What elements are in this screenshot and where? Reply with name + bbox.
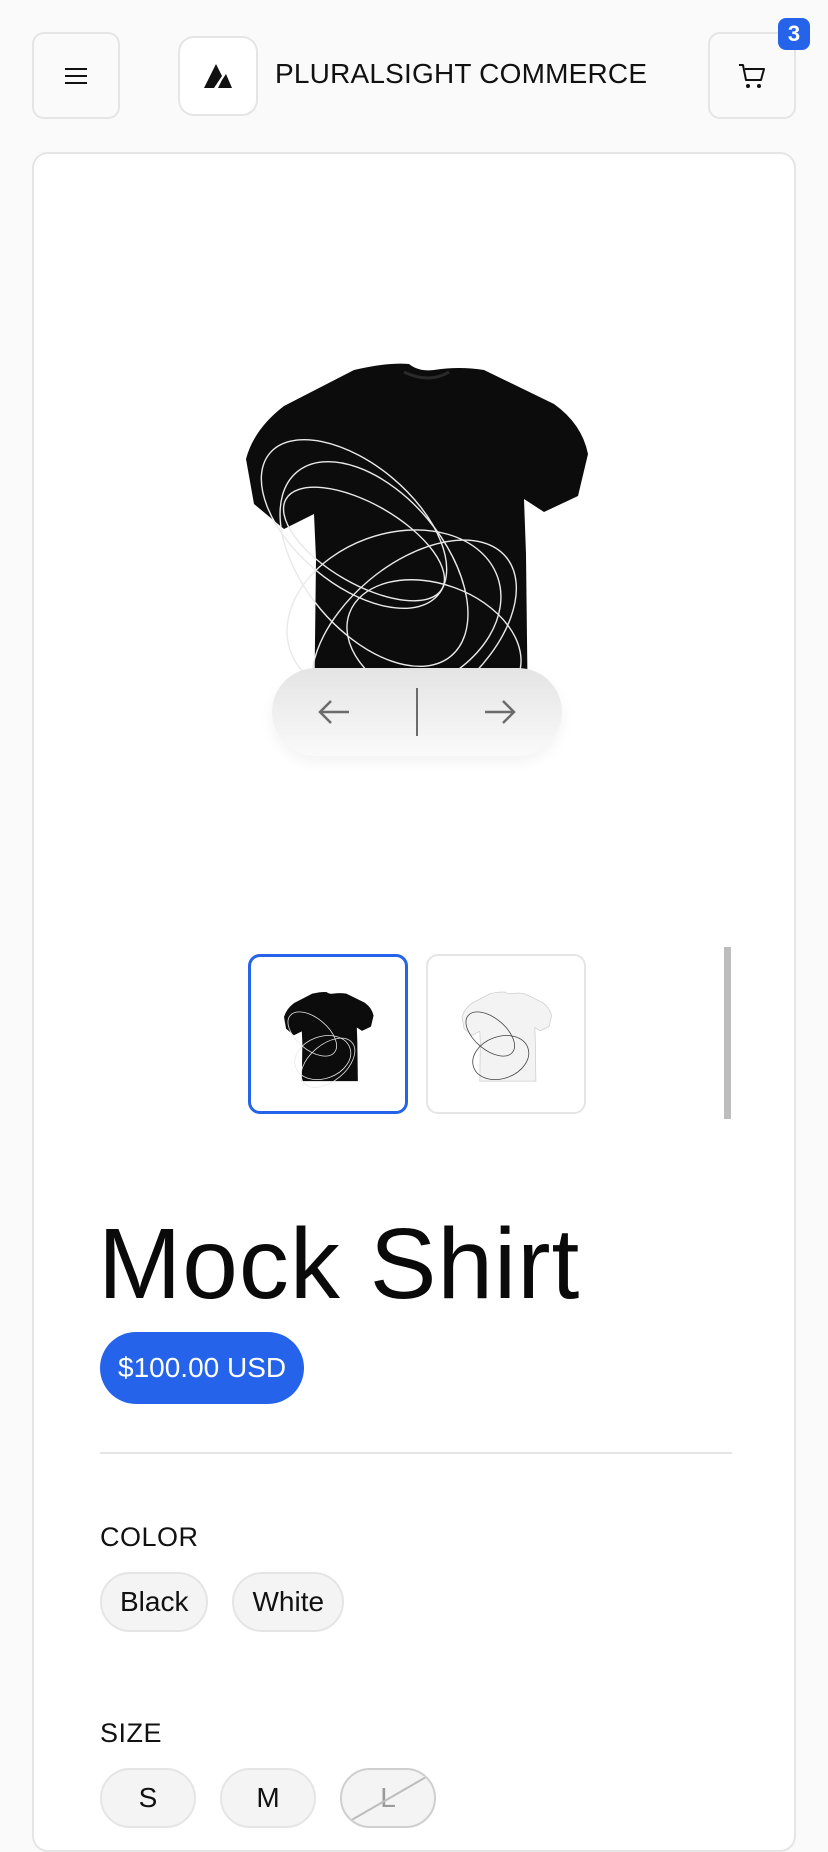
product-title: Mock Shirt <box>98 1208 581 1320</box>
color-option-white[interactable]: White <box>232 1572 345 1632</box>
image-carousel-controls <box>272 668 562 756</box>
size-option-l[interactable]: L <box>340 1768 436 1828</box>
arrow-right-icon <box>485 700 516 724</box>
size-options: S M L <box>100 1768 436 1828</box>
black-shirt-thumbnail-image <box>284 991 374 1088</box>
color-options: Black White <box>100 1572 345 1632</box>
store-logo-link[interactable] <box>178 36 258 116</box>
size-label: SIZE <box>100 1718 163 1748</box>
product-card: Mock Shirt $100.00 USD COLOR Black White… <box>32 152 796 1852</box>
logo-icon <box>204 64 232 88</box>
thumbnail-white-shirt[interactable] <box>426 954 586 1114</box>
product-image <box>246 363 588 714</box>
thumbnail-scrollbar[interactable] <box>724 947 731 1119</box>
next-image-button[interactable] <box>478 690 522 734</box>
menu-button[interactable] <box>32 32 120 119</box>
site-header: PLURALSIGHT COMMERCE 3 <box>0 0 828 152</box>
size-option-s[interactable]: S <box>100 1768 196 1828</box>
store-name[interactable]: PLURALSIGHT COMMERCE <box>275 58 647 90</box>
shopping-cart-icon <box>739 63 765 88</box>
section-divider <box>100 1452 732 1454</box>
cart-count-badge: 3 <box>778 18 810 50</box>
color-label: COLOR <box>100 1522 199 1552</box>
price-badge: $100.00 USD <box>100 1332 305 1404</box>
previous-image-button[interactable] <box>312 690 356 734</box>
color-option-black[interactable]: Black <box>100 1572 209 1632</box>
carousel-divider <box>416 688 418 736</box>
size-option-m[interactable]: M <box>220 1768 316 1828</box>
thumbnail-list <box>248 954 586 1114</box>
thumbnail-black-shirt[interactable] <box>248 954 408 1114</box>
hamburger-icon <box>65 67 87 84</box>
white-shirt-thumbnail-image <box>461 991 552 1082</box>
arrow-left-icon <box>318 700 349 724</box>
